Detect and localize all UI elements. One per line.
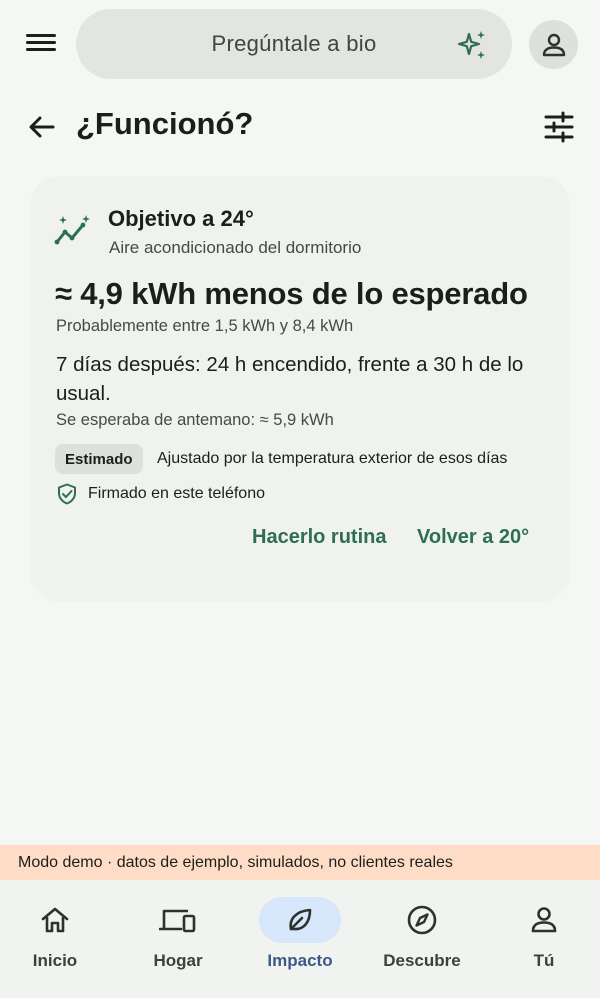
nav-item-hogar[interactable]: Hogar (117, 880, 239, 998)
nav-label: Inicio (32, 951, 78, 970)
leaf-icon (289, 908, 312, 931)
back-arrow-icon[interactable] (26, 111, 58, 143)
menu-icon[interactable] (24, 30, 58, 58)
page-title: ¿Funcionó? (76, 106, 254, 141)
nav-item-inicio[interactable]: Inicio (0, 880, 116, 998)
search-bar[interactable]: Pregúntale a bio (76, 9, 512, 79)
demo-mode-banner: Modo demo · datos de ejemplo, simulados,… (0, 845, 600, 880)
nav-label: Tú (533, 951, 555, 970)
result-card: Objetivo a 24° Aire acondicionado del do… (30, 176, 570, 602)
nav-label: Descubre (383, 951, 461, 970)
nav-item-impacto[interactable]: Impacto (239, 880, 361, 998)
make-routine-button[interactable]: Hacerlo rutina (252, 526, 386, 549)
nav-label: Hogar (153, 951, 203, 970)
person-icon (531, 907, 557, 933)
compass-icon (407, 905, 437, 935)
shield-check-icon (58, 483, 76, 505)
person-icon (542, 33, 565, 56)
card-title: Objetivo a 24° (108, 206, 254, 231)
savings-range: Probablemente entre 1,5 kWh y 8,4 kWh (56, 317, 354, 335)
trend-sparkle-icon (54, 215, 90, 245)
devices-icon (159, 909, 196, 933)
usage-detail: 7 días después: 24 h encendido, frente a… (56, 353, 524, 405)
home-icon (41, 907, 69, 933)
bottom-navigation: Inicio Hogar Impacto Descubre Tú (0, 880, 600, 998)
page-header: ¿Funcionó? (0, 100, 600, 156)
savings-result: ≈ 4,9 kWh menos de lo esperado (55, 276, 528, 311)
card-subtitle: Aire acondicionado del dormitorio (109, 238, 362, 257)
active-indicator (259, 897, 341, 943)
revert-to-20-button[interactable]: Volver a 20° (417, 526, 529, 549)
nav-item-descubre[interactable]: Descubre (361, 880, 483, 998)
nav-label: Impacto (267, 951, 333, 970)
signed-label: Firmado en este teléfono (88, 485, 265, 502)
account-button[interactable] (529, 20, 578, 69)
estimated-chip: Estimado (55, 444, 143, 474)
adjustment-note: Ajustado por la temperatura exterior de … (157, 450, 508, 467)
tune-icon[interactable] (542, 110, 576, 144)
search-placeholder: Pregúntale a bio (211, 31, 377, 56)
nav-item-tu[interactable]: Tú (483, 880, 600, 998)
sparkle-icon[interactable] (456, 29, 488, 61)
expected-value: Se esperaba de antemano: ≈ 5,9 kWh (56, 411, 334, 429)
top-bar: Pregúntale a bio (0, 0, 600, 88)
